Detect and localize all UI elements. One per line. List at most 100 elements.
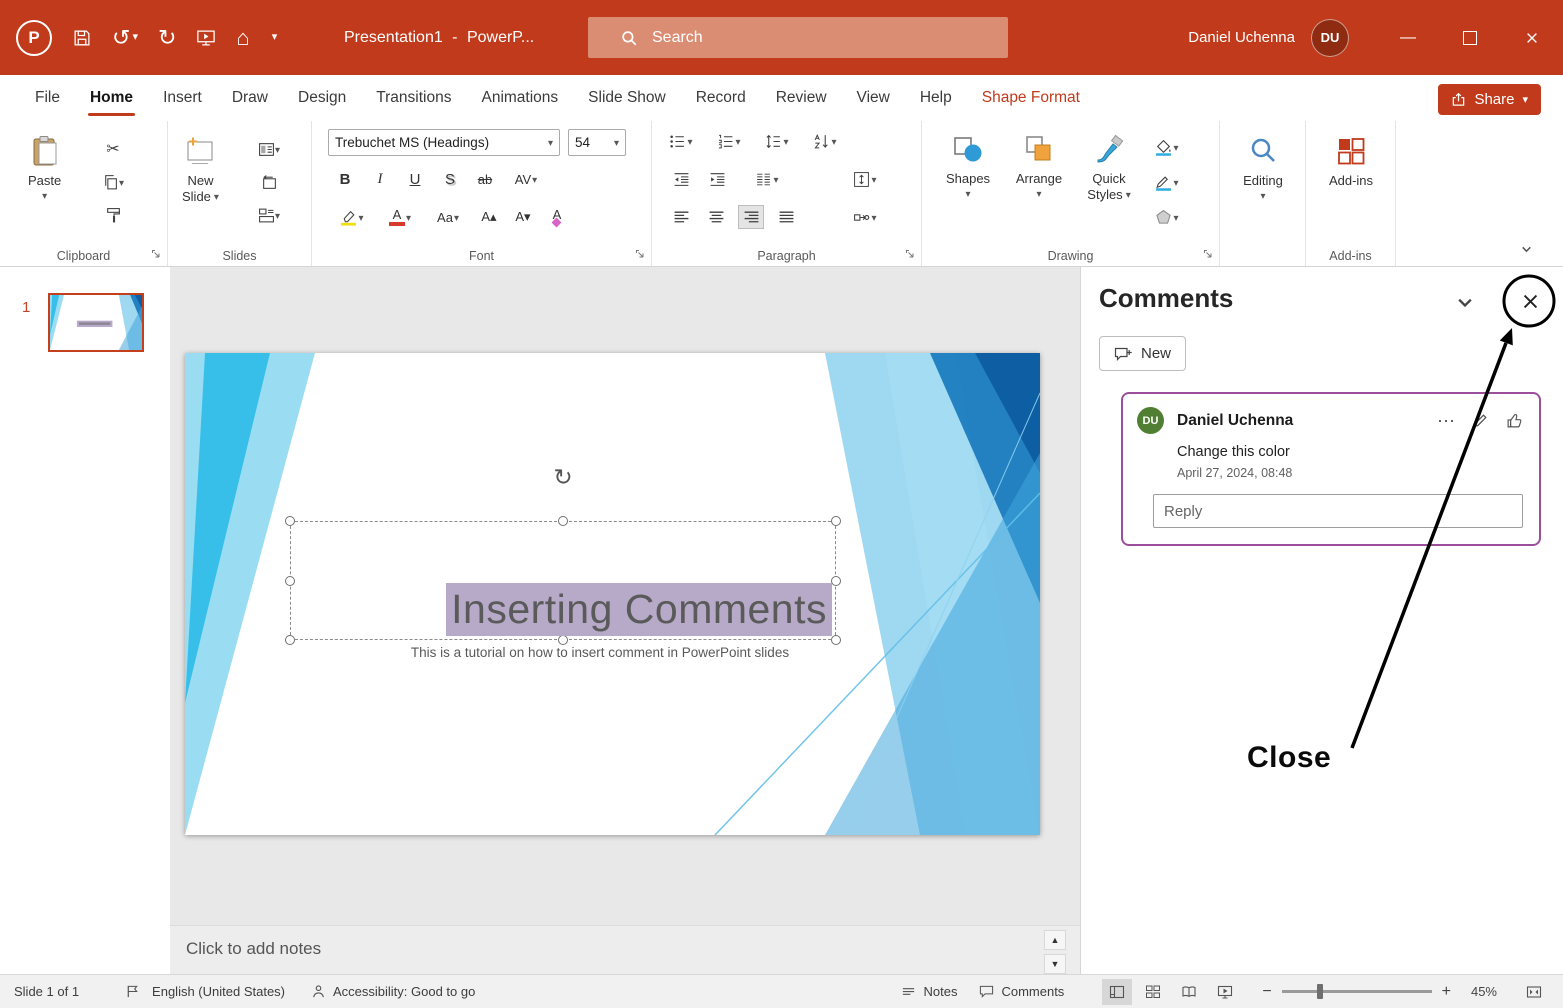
notes-pane[interactable]: Click to add notes ▲ ▼ (170, 925, 1080, 974)
convert-to-smartart-button[interactable]: ▾ (852, 205, 878, 229)
change-case-button[interactable]: Aa▾ (428, 205, 468, 229)
tab-design[interactable]: Design (283, 75, 361, 121)
slideshow-button[interactable] (1210, 979, 1240, 1005)
user-name[interactable]: Daniel Uchenna (1188, 29, 1295, 46)
zoom-in-button[interactable]: + (1442, 983, 1451, 1001)
font-color-button[interactable]: A ▾ (380, 205, 420, 229)
slide-sorter-view-button[interactable] (1138, 979, 1168, 1005)
tab-shape-format[interactable]: Shape Format (967, 75, 1095, 121)
bullets-button[interactable]: ▾ (668, 129, 694, 153)
text-shadow-button[interactable]: S (437, 167, 463, 191)
reading-view-button[interactable] (1174, 979, 1204, 1005)
previous-slide-button[interactable]: ▲ (1044, 930, 1066, 950)
tab-draw[interactable]: Draw (217, 75, 283, 121)
comment-reply-input[interactable] (1153, 494, 1523, 528)
shape-outline-button[interactable]: ▾ (1154, 170, 1180, 194)
user-avatar[interactable]: DU (1311, 19, 1349, 57)
resize-handle-middle-left[interactable] (285, 576, 295, 586)
italic-button[interactable]: I (367, 167, 393, 191)
window-close-button[interactable] (1501, 0, 1563, 75)
comment-card[interactable]: DU Daniel Uchenna ⋯ Change this color Ap… (1121, 392, 1541, 546)
comment-like-button[interactable] (1506, 412, 1523, 429)
drawing-dialog-launcher[interactable] (1202, 248, 1214, 260)
arrange-button[interactable]: Arrange ▾ (1008, 133, 1070, 202)
editing-button[interactable]: Editing ▾ (1233, 135, 1293, 204)
decrease-indent-button[interactable] (668, 167, 694, 191)
slide-subtitle[interactable]: This is a tutorial on how to insert comm… (365, 645, 835, 660)
align-left-button[interactable] (668, 205, 694, 229)
line-spacing-button[interactable]: ▾ (764, 129, 790, 153)
new-slide-button[interactable]: New Slide▾ (182, 135, 219, 206)
zoom-slider-thumb[interactable] (1317, 984, 1323, 999)
clear-formatting-button[interactable]: A (544, 205, 570, 229)
increase-indent-button[interactable] (704, 167, 730, 191)
powerpoint-logo-icon[interactable]: P (16, 20, 52, 56)
resize-handle-bottom-left[interactable] (285, 635, 295, 645)
comment-more-actions-button[interactable]: ⋯ (1437, 412, 1455, 430)
notes-toggle-button[interactable]: Notes (901, 984, 957, 999)
slide-canvas[interactable]: This is a tutorial on how to insert comm… (170, 267, 1080, 974)
resize-handle-top-right[interactable] (831, 516, 841, 526)
font-dialog-launcher[interactable] (634, 248, 646, 260)
slide-layout-button[interactable]: ▾ (256, 137, 282, 161)
cut-button[interactable]: ✂ (100, 137, 126, 161)
zoom-slider[interactable] (1282, 990, 1432, 993)
accessibility-checker[interactable]: Accessibility: Good to go (311, 984, 475, 999)
tab-slide-show[interactable]: Slide Show (573, 75, 681, 121)
font-size-select[interactable]: 54 ▾ (568, 129, 626, 156)
spell-check-button[interactable] (125, 984, 140, 999)
resize-handle-top-center[interactable] (558, 516, 568, 526)
quick-styles-button[interactable]: Quick Styles▾ (1078, 133, 1140, 204)
underline-button[interactable]: U (402, 167, 428, 191)
justify-button[interactable] (773, 205, 799, 229)
tab-help[interactable]: Help (905, 75, 967, 121)
shape-fill-button[interactable]: ▾ (1154, 135, 1180, 159)
tab-transitions[interactable]: Transitions (361, 75, 466, 121)
collapse-ribbon-button[interactable] (1520, 243, 1533, 256)
search-box[interactable]: Search (588, 17, 1008, 58)
tab-view[interactable]: View (842, 75, 905, 121)
notes-placeholder[interactable]: Click to add notes (186, 939, 321, 959)
align-center-button[interactable] (703, 205, 729, 229)
bold-button[interactable]: B (332, 167, 358, 191)
paste-chevron-icon[interactable]: ▾ (42, 191, 47, 204)
next-slide-button[interactable]: ▼ (1044, 954, 1066, 974)
undo-chevron-icon[interactable]: ▾ (132, 32, 138, 43)
view-shortcut-button[interactable]: ⌂ (236, 27, 249, 49)
reset-slide-button[interactable] (256, 170, 282, 194)
title-textbox[interactable]: ↻ Inserting Comments (290, 521, 836, 640)
zoom-out-button[interactable]: − (1262, 983, 1271, 1001)
tab-home[interactable]: Home (75, 75, 148, 121)
font-name-select[interactable]: Trebuchet MS (Headings) ▾ (328, 129, 560, 156)
minimize-button[interactable]: — (1377, 0, 1439, 75)
increase-font-size-button[interactable]: A▴ (476, 205, 502, 229)
resize-handle-middle-right[interactable] (831, 576, 841, 586)
comments-panel-options-button[interactable] (1455, 293, 1475, 313)
comments-panel-close-button[interactable] (1518, 289, 1543, 314)
customize-qat-button[interactable]: ▾ (270, 32, 278, 43)
paragraph-dialog-launcher[interactable] (904, 248, 916, 260)
format-painter-button[interactable] (100, 203, 126, 227)
tab-review[interactable]: Review (761, 75, 842, 121)
normal-view-button[interactable] (1102, 979, 1132, 1005)
paste-button[interactable]: Paste ▾ (28, 135, 61, 204)
text-highlight-color-button[interactable]: ▾ (332, 205, 372, 229)
text-direction-button[interactable]: ▾ (852, 167, 878, 191)
shapes-button[interactable]: Shapes ▾ (938, 133, 998, 202)
section-button[interactable]: ▾ (256, 203, 282, 227)
zoom-level[interactable]: 45% (1461, 984, 1497, 999)
copy-button[interactable]: ▾ (100, 170, 126, 194)
align-right-button[interactable] (738, 205, 764, 229)
comments-toggle-button[interactable]: Comments (979, 984, 1064, 999)
slide-thumbnail[interactable] (48, 293, 144, 352)
fit-to-window-button[interactable] (1519, 979, 1549, 1005)
new-comment-button[interactable]: New (1099, 336, 1186, 371)
slide-title-text[interactable]: Inserting Comments (446, 583, 832, 636)
shape-effects-button[interactable]: ▾ (1154, 205, 1180, 229)
share-button[interactable]: Share ▾ (1438, 84, 1541, 115)
tab-insert[interactable]: Insert (148, 75, 217, 121)
resize-handle-top-left[interactable] (285, 516, 295, 526)
start-presentation-button[interactable] (196, 28, 216, 48)
resize-handle-bottom-center[interactable] (558, 635, 568, 645)
sort-button[interactable]: ▾ (812, 129, 838, 153)
